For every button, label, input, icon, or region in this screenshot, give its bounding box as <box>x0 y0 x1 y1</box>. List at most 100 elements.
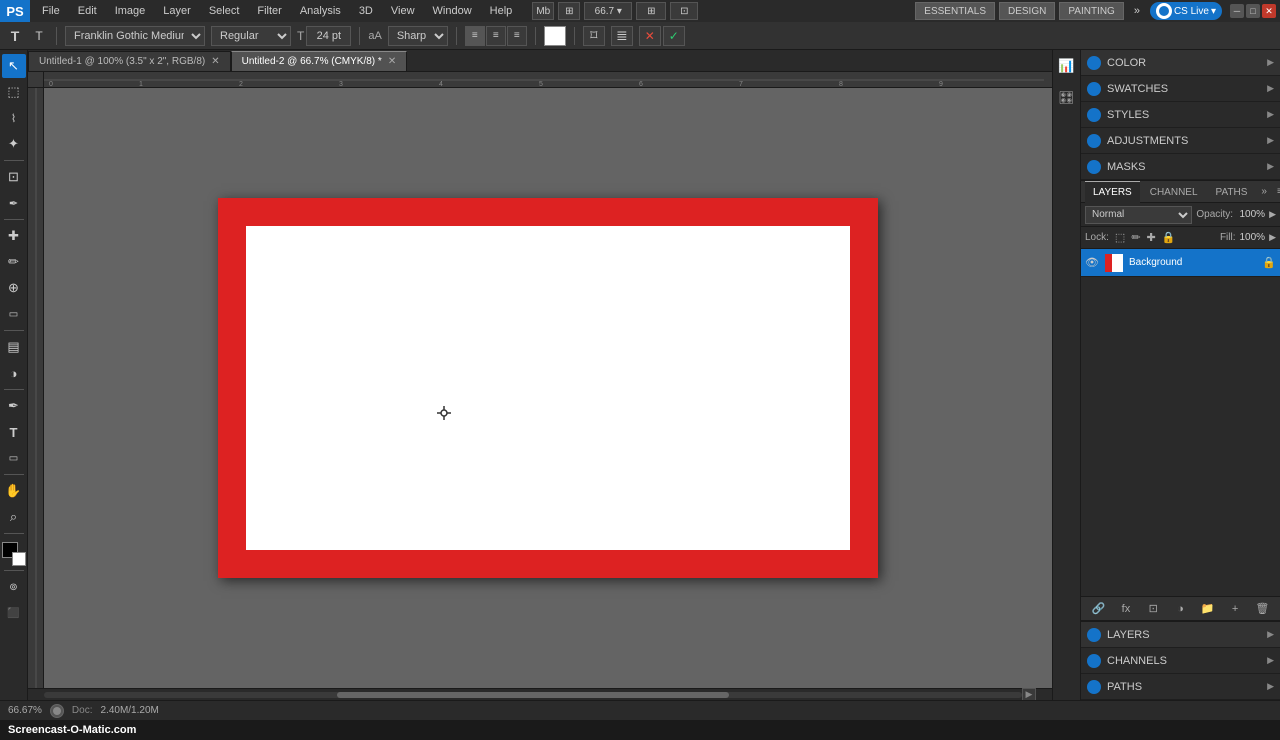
opacity-value[interactable]: 100% <box>1237 209 1265 220</box>
character-panel-button[interactable]: ≣ <box>611 26 633 46</box>
workspace-design[interactable]: DESIGN <box>999 2 1055 20</box>
workspace-painting[interactable]: PAINTING <box>1059 2 1123 20</box>
font-style-select[interactable]: Regular <box>211 26 291 46</box>
lock-all-icon[interactable]: 🔒 <box>1162 231 1176 244</box>
toolbar-mb-icon[interactable]: Mb <box>532 2 554 20</box>
adjustments-expand-arrow[interactable]: ▶ <box>1267 135 1274 146</box>
menu-analysis[interactable]: Analysis <box>292 3 349 19</box>
lock-transparency-icon[interactable]: ⬚ <box>1115 231 1125 244</box>
paths-list-panel-item[interactable]: PATHS ▶ <box>1081 674 1280 700</box>
warp-text-button[interactable]: ⌑ <box>583 26 605 46</box>
channels-list-panel-item[interactable]: CHANNELS ▶ <box>1081 648 1280 674</box>
layer-visibility-icon[interactable]: 👁 <box>1085 256 1099 270</box>
zoom-level[interactable]: 66.7 ▾ <box>584 2 632 20</box>
swatches-expand-arrow[interactable]: ▶ <box>1267 83 1274 94</box>
workspace-expand[interactable]: » <box>1128 3 1146 19</box>
tool-marquee[interactable]: ⬚ <box>2 80 26 104</box>
tool-hand[interactable]: ✋ <box>2 479 26 503</box>
lock-position-icon[interactable]: ✚ <box>1147 231 1156 244</box>
anti-alias-select[interactable]: Sharp Smooth Strong Crisp None <box>388 26 448 46</box>
toolbar-mb2-icon[interactable]: ⊞ <box>558 2 580 20</box>
delete-layer-button[interactable]: 🗑 <box>1253 600 1271 618</box>
tool-clone[interactable]: ⊕ <box>2 276 26 300</box>
confirm-button[interactable]: ✓ <box>663 26 685 46</box>
fg-bg-colors[interactable] <box>2 542 26 566</box>
menu-3d[interactable]: 3D <box>351 3 381 19</box>
blend-mode-select[interactable]: Normal Multiply Screen <box>1085 206 1192 224</box>
align-right-button[interactable]: ≡ <box>507 26 527 46</box>
panel-swatches[interactable]: SWATCHES ▶ <box>1081 76 1280 102</box>
tab1-close[interactable]: ✕ <box>211 57 219 67</box>
cs-live-button[interactable]: CS Live ▾ <box>1150 2 1222 20</box>
font-size-input[interactable] <box>306 26 351 46</box>
tab-paths[interactable]: PATHS <box>1208 181 1256 203</box>
tool-magic-wand[interactable]: ✦ <box>2 132 26 156</box>
workspace-essentials[interactable]: ESSENTIALS <box>915 2 995 20</box>
menu-view[interactable]: View <box>383 3 423 19</box>
layer-mask-button[interactable]: ⊡ <box>1144 600 1162 618</box>
channels-list-arrow[interactable]: ▶ <box>1267 655 1274 666</box>
status-icon[interactable] <box>50 704 64 718</box>
menu-filter[interactable]: Filter <box>249 3 289 19</box>
window-minimize[interactable]: ─ <box>1230 4 1244 18</box>
tool-eyedropper[interactable]: ✒ <box>2 191 26 215</box>
text-color-swatch[interactable] <box>544 26 566 46</box>
layers-list-arrow[interactable]: ▶ <box>1267 629 1274 640</box>
text-orientation-icon[interactable]: T <box>30 27 48 45</box>
tool-pen[interactable]: ✒ <box>2 394 26 418</box>
fill-value[interactable]: 100% <box>1240 232 1266 243</box>
cancel-button[interactable]: ✕ <box>639 26 661 46</box>
styles-expand-arrow[interactable]: ▶ <box>1267 109 1274 120</box>
new-layer-button[interactable]: + <box>1226 600 1244 618</box>
text-tool-icon[interactable]: T <box>6 27 24 45</box>
tool-shape[interactable]: ▭ <box>2 446 26 470</box>
panel-adjustments[interactable]: ADJUSTMENTS ▶ <box>1081 128 1280 154</box>
masks-expand-arrow[interactable]: ▶ <box>1267 161 1274 172</box>
horizontal-scrollbar[interactable]: ▶ <box>28 688 1052 700</box>
paths-list-arrow[interactable]: ▶ <box>1267 681 1274 692</box>
menu-help[interactable]: Help <box>482 3 521 19</box>
panel-color[interactable]: COLOR ▶ <box>1081 50 1280 76</box>
fill-arrow[interactable]: ▶ <box>1269 232 1276 243</box>
tool-quick-mask[interactable]: ⊚ <box>2 575 26 599</box>
view-mode-btn[interactable]: ⊞ <box>636 2 666 20</box>
color-expand-arrow[interactable]: ▶ <box>1267 57 1274 68</box>
background-color[interactable] <box>12 552 26 566</box>
tab-untitled1[interactable]: Untitled-1 @ 100% (3.5" x 2", RGB/8) ✕ <box>28 51 231 71</box>
menu-file[interactable]: File <box>34 3 68 19</box>
align-left-button[interactable]: ≡ <box>465 26 485 46</box>
menu-window[interactable]: Window <box>425 3 480 19</box>
tool-lasso[interactable]: ⌇ <box>2 106 26 130</box>
tool-heal[interactable]: ✚ <box>2 224 26 248</box>
adjustments-icon-btn[interactable]: 🎛 <box>1055 86 1079 110</box>
layers-panel-menu[interactable]: ≡ <box>1273 184 1280 199</box>
extras-btn[interactable]: ⊡ <box>670 2 698 20</box>
window-close[interactable]: ✕ <box>1262 4 1276 18</box>
menu-edit[interactable]: Edit <box>70 3 105 19</box>
menu-image[interactable]: Image <box>107 3 154 19</box>
tool-eraser[interactable]: ▭ <box>2 302 26 326</box>
tool-brush[interactable]: ✏ <box>2 250 26 274</box>
lock-pixels-icon[interactable]: ✏ <box>1131 231 1140 244</box>
layer-group-button[interactable]: 📁 <box>1199 600 1217 618</box>
menu-select[interactable]: Select <box>201 3 248 19</box>
scroll-right-arrow[interactable]: ▶ <box>1022 688 1036 701</box>
tab-untitled2[interactable]: Untitled-2 @ 66.7% (CMYK/8) * ✕ <box>231 51 408 71</box>
layers-list-panel-item[interactable]: LAYERS ▶ <box>1081 622 1280 648</box>
opacity-arrow[interactable]: ▶ <box>1269 209 1276 220</box>
tool-move[interactable]: ↖ <box>2 54 26 78</box>
panel-masks[interactable]: MASKS ▶ <box>1081 154 1280 180</box>
layers-panel-arrow[interactable]: » <box>1257 184 1271 199</box>
align-center-button[interactable]: ≡ <box>486 26 506 46</box>
layer-effects-button[interactable]: fx <box>1117 600 1135 618</box>
menu-layer[interactable]: Layer <box>155 3 199 19</box>
link-layers-button[interactable]: 🔗 <box>1090 600 1108 618</box>
tab-layers[interactable]: LAYERS <box>1085 181 1140 203</box>
canvas-viewport[interactable] <box>44 88 1052 688</box>
font-family-select[interactable]: Franklin Gothic Medium <box>65 26 205 46</box>
panel-styles[interactable]: STYLES ▶ <box>1081 102 1280 128</box>
tool-screen-mode[interactable]: ⬛ <box>2 601 26 625</box>
window-maximize[interactable]: □ <box>1246 4 1260 18</box>
tool-crop[interactable]: ⊡ <box>2 165 26 189</box>
tab-channel[interactable]: CHANNEL <box>1142 181 1206 203</box>
